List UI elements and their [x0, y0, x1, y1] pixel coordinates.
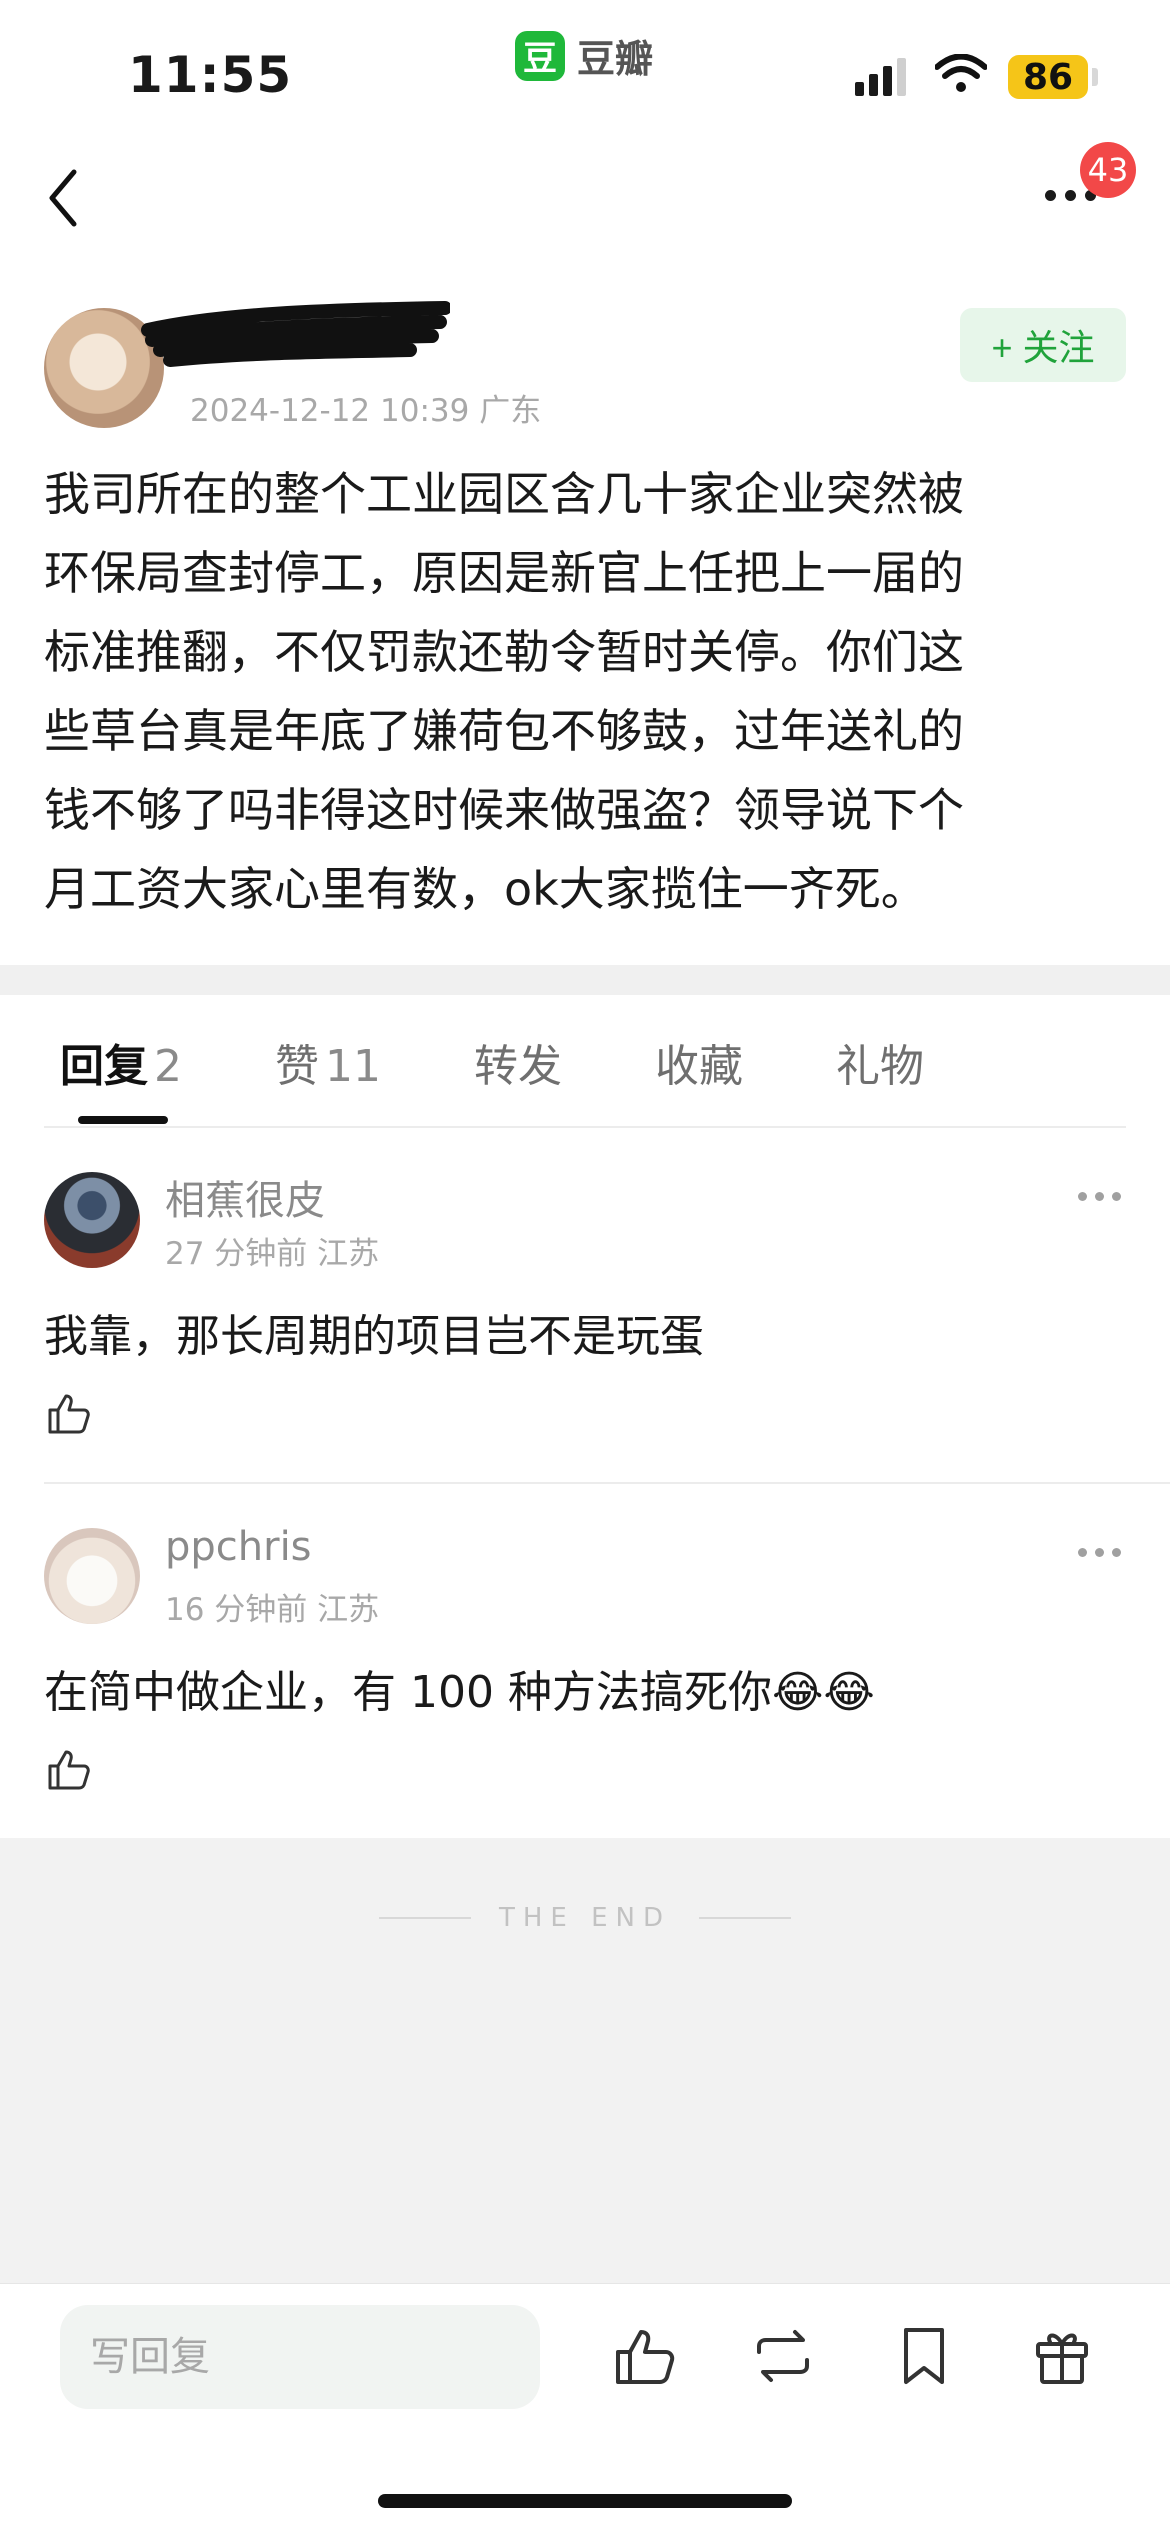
post-line: 我司所在的整个工业园区含几十家企业突然被: [44, 467, 964, 521]
post-timestamp-location: 2024-12-12 10:39 广东: [190, 393, 542, 429]
app-name: 豆瓣: [577, 37, 654, 81]
post-line: 标准推翻，不仅罚款还勒令暂时关停。你们这: [44, 625, 964, 679]
post-line: 些草台真是年底了嫌荷包不够鼓，过年送礼的: [44, 704, 964, 758]
end-line-right: [699, 1917, 792, 1919]
commenter-name[interactable]: ppchris: [165, 1524, 312, 1570]
section-divider: [0, 965, 1170, 995]
tab-gifts[interactable]: 礼物: [836, 1030, 924, 1094]
comment-like-icon[interactable]: [44, 1390, 92, 1438]
gift-icon[interactable]: [1030, 2324, 1094, 2388]
tab-label: 收藏: [655, 1041, 743, 1092]
tab-collections[interactable]: 收藏: [655, 1030, 743, 1094]
cellular-signal-icon: [855, 58, 906, 96]
commenter-avatar[interactable]: [44, 1528, 140, 1624]
tab-label: 回复: [60, 1041, 148, 1092]
follow-button[interactable]: + 关注: [960, 308, 1126, 382]
tab-label: 赞: [275, 1041, 319, 1092]
bookmark-icon[interactable]: [892, 2324, 956, 2388]
status-time: 11:55: [128, 46, 293, 104]
wifi-icon: [935, 54, 987, 92]
home-indicator: [378, 2494, 792, 2508]
tab-label: 转发: [474, 1041, 562, 1092]
comment-more-icon[interactable]: [1078, 1192, 1121, 1201]
post-line: 月工资大家心里有数，ok大家揽住一齐死。: [44, 862, 927, 916]
tab-count: 2: [154, 1041, 182, 1092]
more-options-icon[interactable]: [1045, 190, 1096, 201]
tab-reposts[interactable]: 转发: [474, 1030, 562, 1094]
battery-indicator: 86: [1008, 55, 1088, 99]
end-marker: THE END: [0, 1903, 1170, 1933]
reply-input[interactable]: [60, 2305, 540, 2409]
comment-separator: [44, 1482, 1170, 1484]
battery-tip: [1092, 68, 1098, 86]
post-line: 环保局查封停工，原因是新官上任把上一届的: [44, 546, 964, 600]
interaction-tabs: 回复 2 赞 11 转发 收藏 礼物: [60, 1030, 1017, 1094]
end-line-left: [378, 1917, 471, 1919]
post-line: 钱不够了吗非得这时候来做强盗？领导说下个: [44, 783, 964, 837]
notification-badge: 43: [1080, 142, 1136, 198]
douban-logo-icon: 豆: [515, 30, 565, 81]
thumbs-up-icon[interactable]: [612, 2324, 676, 2388]
comment-meta: 27 分钟前 江苏: [165, 1236, 380, 1272]
commenter-avatar[interactable]: [44, 1172, 140, 1268]
end-text: THE END: [498, 1903, 672, 1933]
back-icon[interactable]: [40, 160, 90, 240]
active-tab-indicator: [78, 1116, 168, 1124]
comment-meta: 16 分钟前 江苏: [165, 1592, 380, 1628]
comment-text: 在简中做企业，有 100 种方法搞死你😂😂: [44, 1667, 875, 1718]
comment-like-icon[interactable]: [44, 1746, 92, 1794]
comment-more-icon[interactable]: [1078, 1548, 1121, 1557]
app-indicator: 豆 豆瓣: [515, 28, 653, 83]
commenter-name[interactable]: 相蕉很皮: [165, 1168, 325, 1226]
redacted-author-name: [141, 301, 450, 367]
tab-likes[interactable]: 赞 11: [275, 1030, 381, 1094]
repost-icon[interactable]: [751, 2324, 815, 2388]
post-body: 我司所在的整个工业园区含几十家企业突然被 环保局查封停工，原因是新官上任把上一届…: [44, 455, 1124, 929]
tab-replies[interactable]: 回复 2: [60, 1030, 182, 1094]
tab-count: 11: [325, 1041, 381, 1092]
tab-label: 礼物: [836, 1041, 924, 1092]
comment-text: 我靠，那长周期的项目岂不是玩蛋: [44, 1311, 704, 1362]
tab-divider: [44, 1126, 1126, 1128]
